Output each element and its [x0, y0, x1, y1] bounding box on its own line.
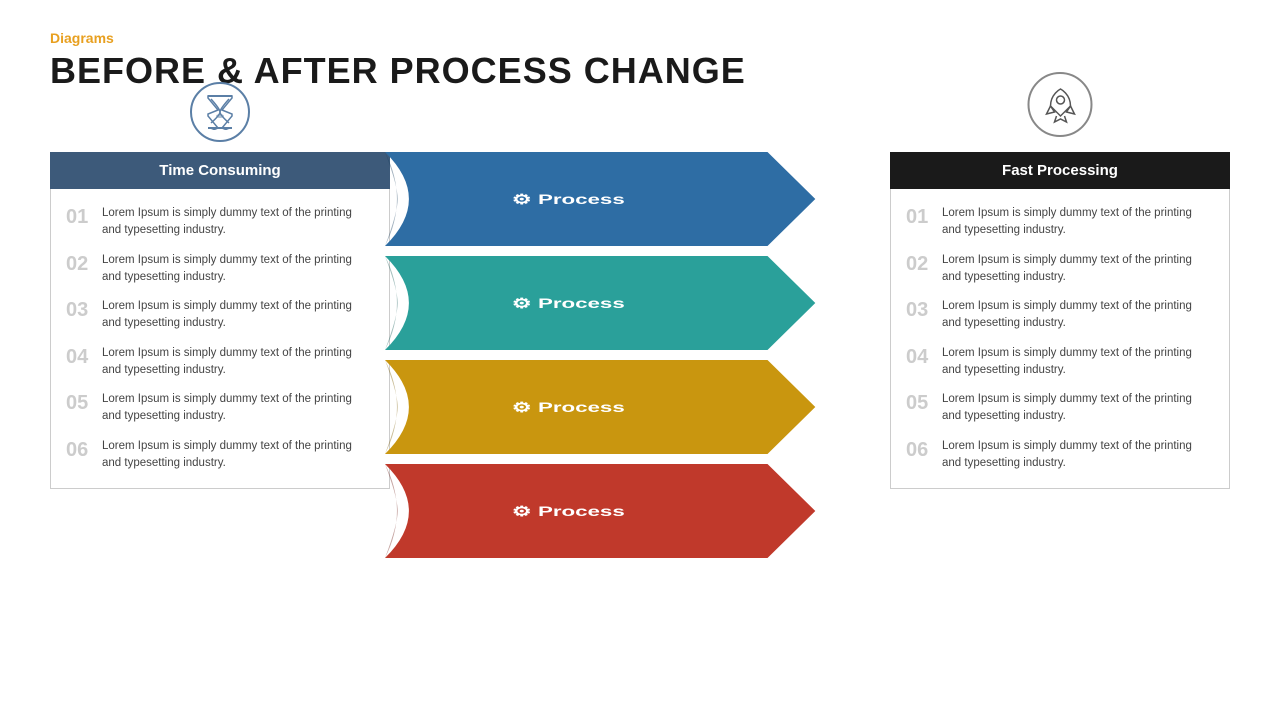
category-label: Diagrams — [50, 30, 1230, 46]
left-panel-body: 01 Lorem Ipsum is simply dummy text of t… — [50, 189, 390, 489]
list-text: Lorem Ipsum is simply dummy text of the … — [942, 345, 1214, 380]
list-number: 06 — [66, 438, 94, 462]
right-list-item: 03 Lorem Ipsum is simply dummy text of t… — [901, 292, 1219, 339]
list-number: 04 — [906, 345, 934, 369]
hourglass-icon — [190, 82, 250, 142]
right-panel-body: 01 Lorem Ipsum is simply dummy text of t… — [890, 189, 1230, 489]
left-list-item: 04 Lorem Ipsum is simply dummy text of t… — [61, 339, 379, 386]
list-text: Lorem Ipsum is simply dummy text of the … — [942, 252, 1214, 287]
rocket-icon — [1028, 72, 1093, 137]
left-list-item: 05 Lorem Ipsum is simply dummy text of t… — [61, 385, 379, 432]
list-text: Lorem Ipsum is simply dummy text of the … — [942, 391, 1214, 426]
list-text: Lorem Ipsum is simply dummy text of the … — [942, 438, 1214, 473]
left-list-item: 01 Lorem Ipsum is simply dummy text of t… — [61, 199, 379, 246]
right-list-item: 01 Lorem Ipsum is simply dummy text of t… — [901, 199, 1219, 246]
left-list-item: 03 Lorem Ipsum is simply dummy text of t… — [61, 292, 379, 339]
svg-text:⚙ Process: ⚙ Process — [512, 503, 625, 519]
right-list-item: 04 Lorem Ipsum is simply dummy text of t… — [901, 339, 1219, 386]
left-panel-header: Time Consuming — [50, 152, 390, 189]
list-number: 05 — [906, 391, 934, 415]
right-panel-header: Fast Processing — [890, 152, 1230, 189]
arrows-svg: ⚙ Process ⚙ Process ⚙ Process ⚙ Process — [385, 152, 895, 572]
svg-text:⚙ Process: ⚙ Process — [512, 399, 625, 415]
svg-text:⚙ Process: ⚙ Process — [512, 295, 625, 311]
content-area: Time Consuming 01 Lorem Ipsum is simply … — [50, 112, 1230, 572]
left-list-item: 02 Lorem Ipsum is simply dummy text of t… — [61, 246, 379, 293]
list-text: Lorem Ipsum is simply dummy text of the … — [942, 205, 1214, 240]
list-number: 01 — [66, 205, 94, 229]
right-panel: Fast Processing 01 Lorem Ipsum is simply… — [890, 152, 1230, 489]
list-number: 03 — [906, 298, 934, 322]
list-text: Lorem Ipsum is simply dummy text of the … — [102, 438, 374, 473]
list-number: 06 — [906, 438, 934, 462]
list-text: Lorem Ipsum is simply dummy text of the … — [102, 298, 374, 333]
list-text: Lorem Ipsum is simply dummy text of the … — [942, 298, 1214, 333]
list-text: Lorem Ipsum is simply dummy text of the … — [102, 345, 374, 380]
right-list-item: 02 Lorem Ipsum is simply dummy text of t… — [901, 246, 1219, 293]
middle-arrows: ⚙ Process ⚙ Process ⚙ Process ⚙ Process — [385, 152, 895, 572]
list-number: 02 — [66, 252, 94, 276]
page-container: Diagrams BEFORE & AFTER PROCESS CHANGE T… — [0, 0, 1280, 720]
left-list-item: 06 Lorem Ipsum is simply dummy text of t… — [61, 432, 379, 479]
list-number: 02 — [906, 252, 934, 276]
list-number: 03 — [66, 298, 94, 322]
list-number: 04 — [66, 345, 94, 369]
left-panel: Time Consuming 01 Lorem Ipsum is simply … — [50, 152, 390, 489]
right-list-item: 06 Lorem Ipsum is simply dummy text of t… — [901, 432, 1219, 479]
list-text: Lorem Ipsum is simply dummy text of the … — [102, 252, 374, 287]
svg-text:⚙ Process: ⚙ Process — [512, 191, 625, 207]
list-text: Lorem Ipsum is simply dummy text of the … — [102, 391, 374, 426]
list-number: 01 — [906, 205, 934, 229]
list-number: 05 — [66, 391, 94, 415]
right-list-item: 05 Lorem Ipsum is simply dummy text of t… — [901, 385, 1219, 432]
list-text: Lorem Ipsum is simply dummy text of the … — [102, 205, 374, 240]
